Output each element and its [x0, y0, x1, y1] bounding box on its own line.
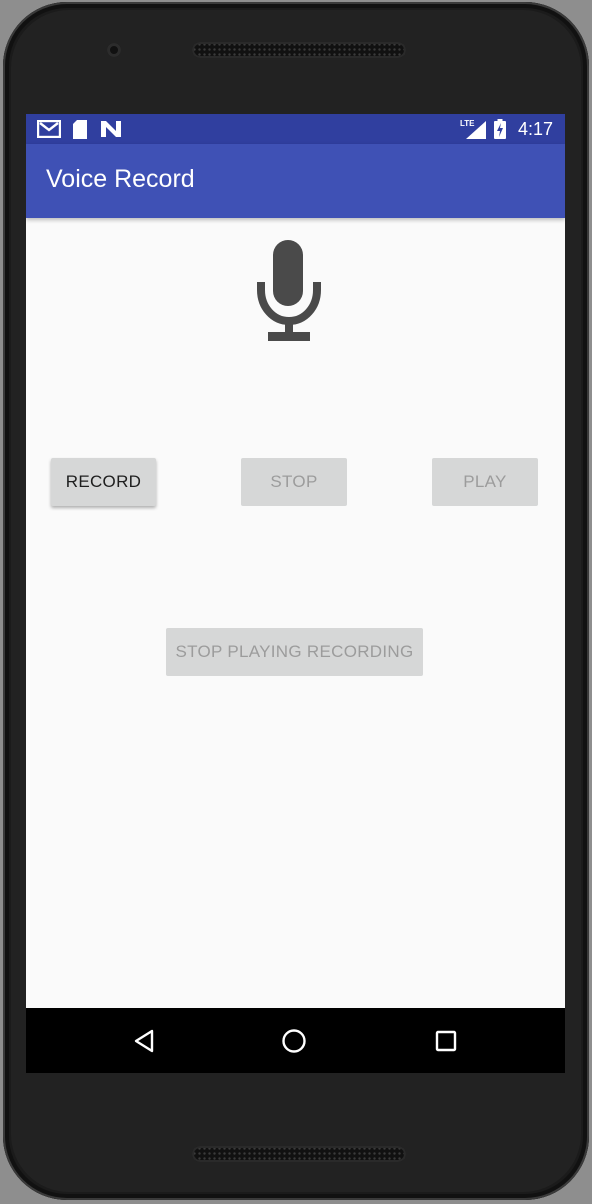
record-button[interactable]: RECORD	[51, 458, 156, 506]
stop-playing-recording-button[interactable]: STOP PLAYING RECORDING	[166, 628, 423, 676]
microphone-icon	[254, 238, 324, 344]
bottom-speaker	[192, 1146, 406, 1162]
status-bar: LTE 4:17	[26, 114, 565, 144]
svg-text:LTE: LTE	[460, 119, 475, 128]
navigation-bar	[26, 1008, 565, 1073]
play-button[interactable]: PLAY	[432, 458, 538, 506]
recents-icon[interactable]	[431, 1026, 461, 1056]
stop-button[interactable]: STOP	[241, 458, 347, 506]
lte-signal-icon: LTE	[460, 119, 486, 144]
sd-card-icon	[72, 120, 88, 144]
n-icon	[100, 120, 122, 143]
app-bar: Voice Record	[26, 144, 565, 218]
back-icon[interactable]	[129, 1026, 159, 1056]
app-title: Voice Record	[46, 165, 195, 193]
clock: 4:17	[517, 119, 553, 139]
home-icon[interactable]	[279, 1026, 309, 1056]
earpiece-speaker	[192, 42, 406, 58]
battery-charging-icon	[494, 119, 506, 144]
front-camera	[107, 43, 121, 57]
gmail-icon	[36, 119, 62, 143]
screen: LTE 4:17 Voice Record RECORD STOP PLAY S…	[26, 114, 565, 1073]
